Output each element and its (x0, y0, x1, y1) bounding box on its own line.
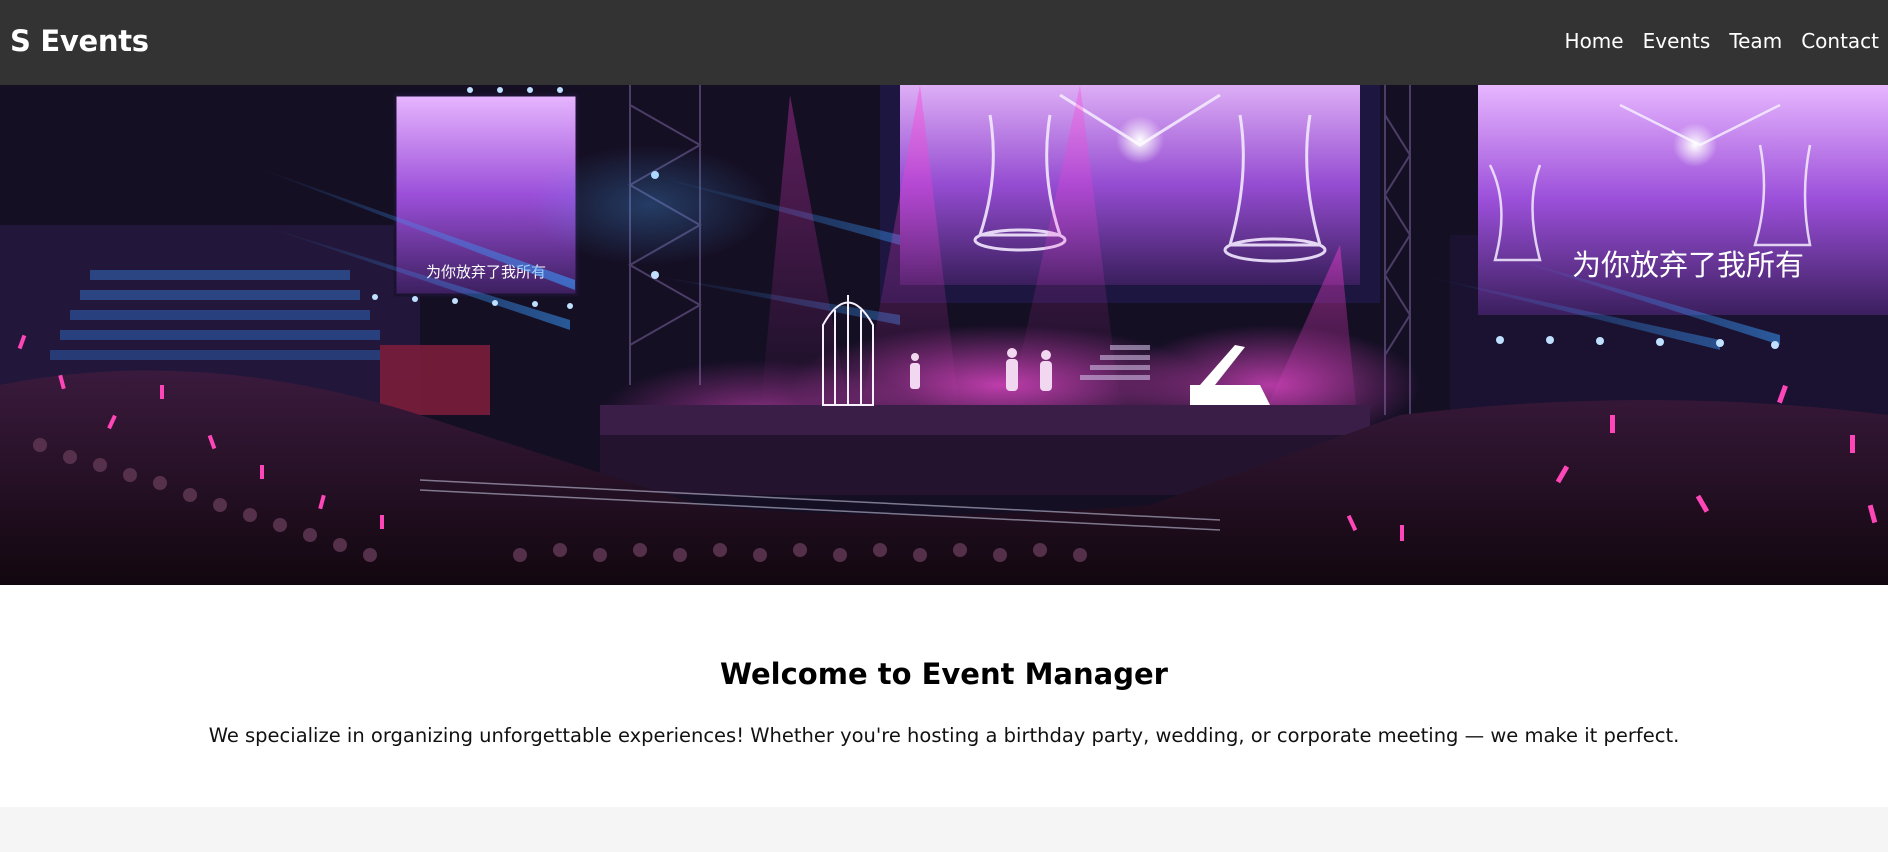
nav-link-home[interactable]: Home (1565, 29, 1624, 53)
welcome-text: We specialize in organizing unforgettabl… (208, 724, 1680, 747)
nav-link-contact[interactable]: Contact (1801, 29, 1879, 53)
right-screen-caption: 为你放弃了我所有 (1572, 248, 1804, 282)
next-section-band (0, 807, 1888, 852)
welcome-title: Welcome to Event Manager (720, 657, 1168, 691)
nav-link-events[interactable]: Events (1643, 29, 1711, 53)
nav-link-team[interactable]: Team (1729, 29, 1782, 53)
concert-stage-illustration: 为你放弃了我所有 为你放弃了我所有 (0, 85, 1888, 585)
welcome-section: Welcome to Event Manager We specialize i… (0, 585, 1888, 807)
navbar: S Events Home Events Team Contact (0, 0, 1888, 85)
brand-logo[interactable]: S Events (10, 24, 149, 58)
hero-banner-image: 为你放弃了我所有 为你放弃了我所有 (0, 85, 1888, 585)
nav-links: Home Events Team Contact (1565, 29, 1879, 53)
